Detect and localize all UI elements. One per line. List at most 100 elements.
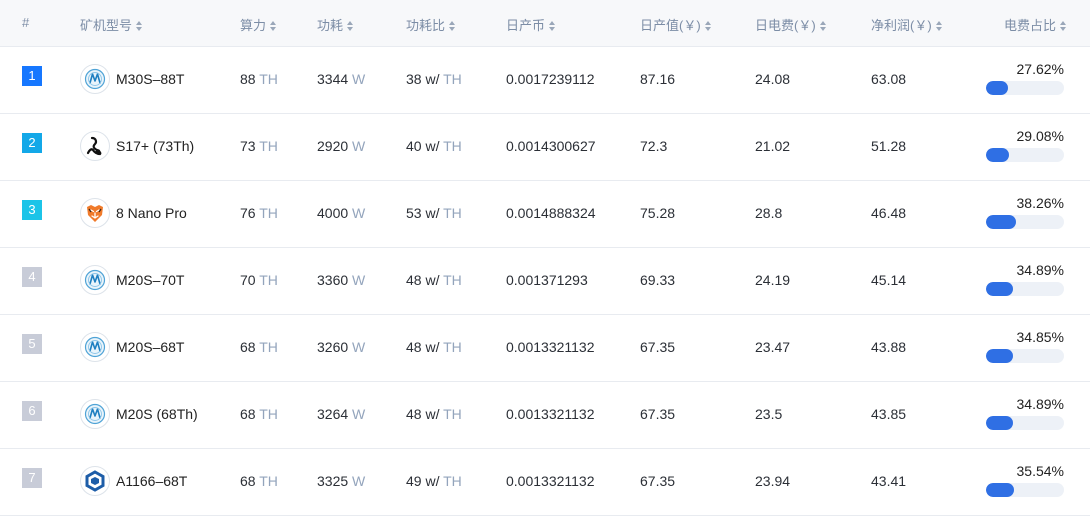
sort-icon[interactable] bbox=[819, 21, 827, 31]
efficiency-cell: 48 w/ TH bbox=[406, 272, 462, 288]
sort-icon[interactable] bbox=[270, 21, 277, 31]
daily-value-cell: 67.35 bbox=[640, 339, 676, 355]
net-profit-cell: 63.08 bbox=[871, 71, 907, 87]
cost-ratio-text: 29.08% bbox=[1016, 128, 1064, 144]
efficiency-cell: 40 w/ TH bbox=[406, 138, 462, 154]
net-profit-cell: 51.28 bbox=[871, 138, 907, 154]
model-name[interactable]: A1166–68T bbox=[116, 473, 187, 489]
model-name[interactable]: M20S–70T bbox=[116, 272, 184, 288]
model-cell[interactable]: M30S–88T bbox=[80, 64, 184, 94]
header-daily-value-sort[interactable]: 日产值(￥) bbox=[640, 15, 712, 34]
header-rank: # bbox=[22, 15, 30, 30]
header-daily-coin-sort[interactable]: 日产币 bbox=[506, 15, 556, 34]
miner-profit-table: # 矿机型号 算力 功耗 功耗比 日产币 日产值(￥) 日电费(￥) 净利润(￥… bbox=[0, 0, 1090, 516]
whatsminer-logo-icon bbox=[80, 265, 110, 295]
hashrate-cell: 68 TH bbox=[240, 473, 278, 489]
sort-icon[interactable] bbox=[347, 21, 354, 31]
cost-ratio-fill bbox=[986, 349, 1014, 363]
daily-cost-cell: 21.02 bbox=[755, 138, 791, 154]
table-header: # 矿机型号 算力 功耗 功耗比 日产币 日产值(￥) 日电费(￥) 净利润(￥… bbox=[0, 0, 1090, 47]
cost-ratio-cell: 34.89% bbox=[986, 396, 1064, 430]
header-net-profit-sort[interactable]: 净利润(￥) bbox=[871, 15, 943, 34]
table-row[interactable]: 2 S17+ (73Th) 73 TH 2920 W 40 w/ TH 0.0014300… bbox=[0, 114, 1090, 181]
model-cell[interactable]: M20S (68Th) bbox=[80, 399, 198, 429]
daily-cost-cell: 23.5 bbox=[755, 406, 783, 422]
model-name[interactable]: S17+ (73Th) bbox=[116, 138, 194, 154]
daily-value-cell: 87.16 bbox=[640, 71, 676, 87]
daily-cost-cell: 24.19 bbox=[755, 272, 791, 288]
model-name[interactable]: 8 Nano Pro bbox=[116, 205, 187, 221]
canaan-logo-icon bbox=[80, 466, 110, 496]
header-model-sort[interactable]: 矿机型号 bbox=[80, 15, 143, 34]
daily-coin-cell: 0.0013321132 bbox=[506, 406, 595, 422]
sort-icon[interactable] bbox=[136, 21, 143, 31]
daily-cost-cell: 28.8 bbox=[755, 205, 783, 221]
header-hashrate-sort[interactable]: 算力 bbox=[240, 15, 277, 34]
table-row[interactable]: 7 A1166–68T 68 TH 3325 W 49 w/ TH 0.001332113… bbox=[0, 449, 1090, 516]
table-row[interactable]: 5 M20S–68T 68 TH 3260 W 48 w/ TH 0.0013321132… bbox=[0, 315, 1090, 382]
efficiency-cell: 48 w/ TH bbox=[406, 339, 462, 355]
table-row[interactable]: 3 8 Nano Pro 76 TH 4000 W 53 w/ TH 0.00148883… bbox=[0, 181, 1090, 248]
model-name[interactable]: M30S–88T bbox=[116, 71, 184, 87]
ebang-tiger-logo-icon bbox=[80, 198, 110, 228]
sort-icon[interactable] bbox=[935, 21, 943, 31]
rank-cell: 1 bbox=[22, 66, 42, 86]
cost-ratio-cell: 29.08% bbox=[986, 128, 1064, 162]
cost-ratio-fill bbox=[986, 416, 1014, 430]
net-profit-cell: 43.85 bbox=[871, 406, 907, 422]
power-cell: 2920 W bbox=[317, 138, 366, 154]
model-cell[interactable]: M20S–68T bbox=[80, 332, 184, 362]
whatsminer-logo-icon bbox=[80, 64, 110, 94]
cost-ratio-cell: 34.85% bbox=[986, 329, 1064, 363]
efficiency-cell: 53 w/ TH bbox=[406, 205, 462, 221]
cost-ratio-cell: 27.62% bbox=[986, 61, 1064, 95]
header-cost-ratio-sort[interactable]: 电费占比 bbox=[1004, 15, 1067, 34]
rank-badge: 3 bbox=[22, 200, 42, 220]
rank-badge: 2 bbox=[22, 133, 42, 153]
table-row[interactable]: 1 M30S–88T 88 TH 3344 W 38 w/ TH 0.0017239112… bbox=[0, 47, 1090, 114]
model-cell[interactable]: M20S–70T bbox=[80, 265, 184, 295]
daily-coin-cell: 0.0014300627 bbox=[506, 138, 596, 154]
cost-ratio-cell: 34.89% bbox=[986, 262, 1064, 296]
rank-cell: 7 bbox=[22, 468, 42, 488]
cost-ratio-fill bbox=[986, 282, 1014, 296]
net-profit-cell: 46.48 bbox=[871, 205, 907, 221]
net-profit-cell: 45.14 bbox=[871, 272, 907, 288]
daily-value-cell: 75.28 bbox=[640, 205, 676, 221]
model-name[interactable]: M20S–68T bbox=[116, 339, 184, 355]
efficiency-cell: 49 w/ TH bbox=[406, 473, 462, 489]
rank-badge: 1 bbox=[22, 66, 42, 86]
sort-icon[interactable] bbox=[549, 21, 556, 31]
cost-ratio-text: 27.62% bbox=[1016, 61, 1064, 77]
cost-ratio-bar bbox=[986, 282, 1064, 296]
cost-ratio-fill bbox=[986, 148, 1009, 162]
model-cell[interactable]: S17+ (73Th) bbox=[80, 131, 194, 161]
hashrate-cell: 73 TH bbox=[240, 138, 278, 154]
cost-ratio-fill bbox=[986, 81, 1008, 95]
header-daily-cost-sort[interactable]: 日电费(￥) bbox=[755, 15, 827, 34]
cost-ratio-bar bbox=[986, 215, 1064, 229]
rank-cell: 3 bbox=[22, 200, 42, 220]
efficiency-cell: 38 w/ TH bbox=[406, 71, 462, 87]
cost-ratio-bar bbox=[986, 349, 1064, 363]
header-efficiency-sort[interactable]: 功耗比 bbox=[406, 15, 456, 34]
daily-coin-cell: 0.0014888324 bbox=[506, 205, 596, 221]
table-row[interactable]: 6 M20S (68Th) 68 TH 3264 W 48 w/ TH 0.0013321… bbox=[0, 382, 1090, 449]
sort-icon[interactable] bbox=[704, 21, 712, 31]
model-cell[interactable]: 8 Nano Pro bbox=[80, 198, 187, 228]
sort-icon[interactable] bbox=[1060, 21, 1067, 31]
hashrate-cell: 70 TH bbox=[240, 272, 278, 288]
header-power-sort[interactable]: 功耗 bbox=[317, 15, 354, 34]
power-cell: 3344 W bbox=[317, 71, 366, 87]
rank-cell: 6 bbox=[22, 401, 42, 421]
table-row[interactable]: 4 M20S–70T 70 TH 3360 W 48 w/ TH 0.001371293 6… bbox=[0, 248, 1090, 315]
model-cell[interactable]: A1166–68T bbox=[80, 466, 187, 496]
sort-icon[interactable] bbox=[449, 21, 456, 31]
net-profit-cell: 43.88 bbox=[871, 339, 907, 355]
daily-value-cell: 72.3 bbox=[640, 138, 668, 154]
cost-ratio-bar bbox=[986, 416, 1064, 430]
model-name[interactable]: M20S (68Th) bbox=[116, 406, 198, 422]
efficiency-cell: 48 w/ TH bbox=[406, 406, 462, 422]
cost-ratio-cell: 35.54% bbox=[986, 463, 1064, 497]
daily-cost-cell: 23.94 bbox=[755, 473, 791, 489]
